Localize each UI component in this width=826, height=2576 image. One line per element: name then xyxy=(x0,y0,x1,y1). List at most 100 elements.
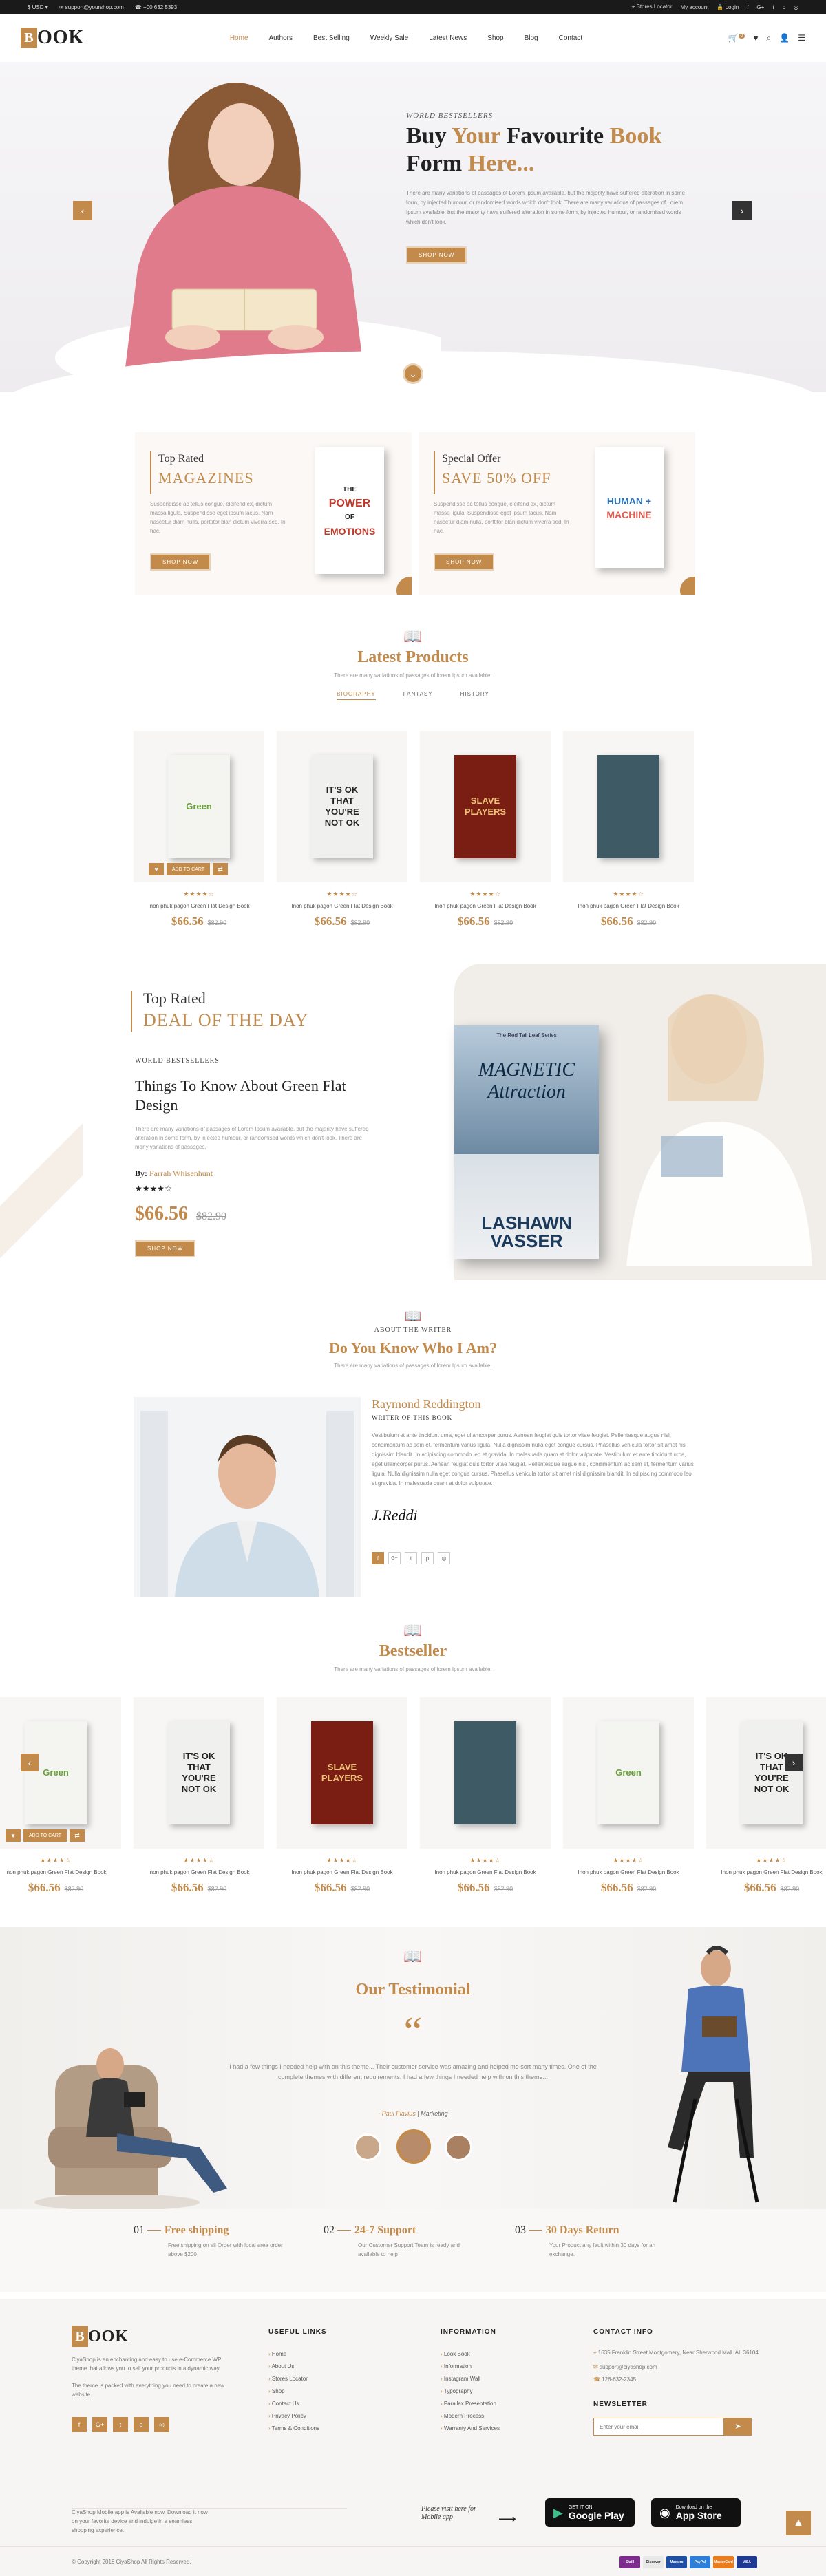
product-card[interactable]: Green ♥ ADD TO CART ⇄ ★★★★☆ Inon phuk pagon G… xyxy=(134,731,264,928)
footer-link[interactable]: › Privacy Policy xyxy=(268,2410,406,2423)
nav-shop[interactable]: Shop xyxy=(487,34,503,42)
twitter-icon[interactable]: t xyxy=(772,4,774,10)
google-plus-icon[interactable]: G+ xyxy=(388,1552,401,1564)
google-play-button[interactable]: ▶ GET IT ON Google Play xyxy=(545,2498,635,2527)
tab-biography[interactable]: BIOGRAPHY xyxy=(337,691,376,700)
facebook-icon[interactable]: f xyxy=(72,2417,87,2432)
product-image[interactable]: Green xyxy=(563,1697,694,1849)
product-title[interactable]: Inon phuk pagon Green Flat Design Book xyxy=(0,1869,121,1877)
footer-link[interactable]: › Terms & Conditions xyxy=(268,2423,406,2435)
compare-icon[interactable]: ⇄ xyxy=(213,863,229,875)
product-image[interactable]: Green ♥ ADD TO CART ⇄ xyxy=(134,731,264,882)
product-card[interactable]: IT'S OK THAT YOU'RE NOT OK ★★★★☆ Inon phuk… xyxy=(277,731,407,928)
nav-blog[interactable]: Blog xyxy=(525,34,538,42)
promo-shop-button[interactable]: SHOP NOW xyxy=(434,553,495,571)
deal-shop-button[interactable]: SHOP NOW xyxy=(135,1240,196,1257)
nav-contact[interactable]: Contact xyxy=(559,34,582,42)
tab-fantasy[interactable]: FANTASY xyxy=(403,691,433,700)
product-image[interactable]: IT'S OK THAT YOU'RE NOT OK xyxy=(134,1697,264,1849)
currency-select[interactable]: $ USD ▾ xyxy=(28,4,48,10)
product-title[interactable]: Inon phuk pagon Green Flat Design Book xyxy=(563,902,694,911)
product-title[interactable]: Inon phuk pagon Green Flat Design Book xyxy=(134,902,264,911)
wishlist-icon[interactable]: ♥ xyxy=(6,1829,21,1842)
pinterest-icon[interactable]: p xyxy=(421,1552,434,1564)
scroll-down-icon[interactable]: ⌄ xyxy=(403,363,423,384)
hero-prev-arrow[interactable]: ‹ xyxy=(73,201,92,220)
promo-shop-button[interactable]: SHOP NOW xyxy=(150,553,211,571)
product-title[interactable]: Inon phuk pagon Green Flat Design Book xyxy=(134,1869,264,1877)
product-title[interactable]: Inon phuk pagon Green Flat Design Book xyxy=(277,1869,407,1877)
login-link[interactable]: 🔒 Login xyxy=(717,4,739,10)
logo[interactable]: B OOK xyxy=(21,27,84,49)
product-image[interactable]: Green ♥ ADD TO CART ⇄ xyxy=(0,1697,121,1849)
menu-icon[interactable]: ☰ xyxy=(798,33,805,43)
cart-icon[interactable]: 🛒 0 xyxy=(728,33,745,43)
testimonial-avatar[interactable] xyxy=(354,2133,381,2161)
pinterest-icon[interactable]: p xyxy=(134,2417,149,2432)
my-account-link[interactable]: My account xyxy=(681,4,709,10)
instagram-icon[interactable]: ◎ xyxy=(154,2417,169,2432)
product-image[interactable]: IT'S OK THAT YOU'RE NOT OK xyxy=(706,1697,826,1849)
newsletter-submit-button[interactable]: ➤ xyxy=(724,2418,752,2436)
nav-best-selling[interactable]: Best Selling xyxy=(313,34,350,42)
footer-link[interactable]: › Home xyxy=(268,2348,406,2361)
product-card[interactable]: IT'S OK THAT YOU'RE NOT OK ★★★★☆ Inon phuk… xyxy=(706,1697,826,1895)
product-image[interactable]: SLAVE PLAYERS xyxy=(277,1697,407,1849)
google-plus-icon[interactable]: G+ xyxy=(92,2417,107,2432)
product-image[interactable]: IT'S OK THAT YOU'RE NOT OK xyxy=(277,731,407,882)
footer-link[interactable]: › Parallax Presentation xyxy=(441,2398,578,2410)
bestseller-prev-arrow[interactable]: ‹ xyxy=(21,1754,39,1771)
product-title[interactable]: Inon phuk pagon Green Flat Design Book xyxy=(563,1869,694,1877)
pinterest-icon[interactable]: p xyxy=(783,4,785,10)
footer-link[interactable]: › Shop xyxy=(268,2385,406,2398)
user-icon[interactable]: 👤 xyxy=(779,33,790,43)
footer-logo[interactable]: B OOK xyxy=(72,2326,237,2347)
product-card[interactable]: SLAVE PLAYERS ★★★★☆ Inon phuk pagon Green … xyxy=(277,1697,407,1895)
product-card[interactable]: Green ★★★★☆ Inon phuk pagon Green Flat Des… xyxy=(563,1697,694,1895)
contact-email[interactable]: ✉ support@ciyashop.com xyxy=(593,2361,759,2374)
facebook-icon[interactable]: f xyxy=(372,1552,384,1564)
product-card[interactable]: IT'S OK THAT YOU'RE NOT OK ★★★★☆ Inon phuk… xyxy=(134,1697,264,1895)
nav-authors[interactable]: Authors xyxy=(269,34,293,42)
footer-link[interactable]: › Instagram Wall xyxy=(441,2373,578,2385)
tab-history[interactable]: HISTORY xyxy=(460,691,489,700)
product-image[interactable] xyxy=(563,731,694,882)
back-to-top-button[interactable]: ▲ xyxy=(786,2511,811,2535)
product-title[interactable]: Inon phuk pagon Green Flat Design Book xyxy=(420,902,551,911)
nav-weekly-sale[interactable]: Weekly Sale xyxy=(370,34,408,42)
product-image[interactable]: SLAVE PLAYERS xyxy=(420,731,551,882)
footer-link[interactable]: › Warranty And Services xyxy=(441,2423,578,2435)
footer-link[interactable]: › Contact Us xyxy=(268,2398,406,2410)
testimonial-avatar-active[interactable] xyxy=(396,2129,431,2164)
footer-link[interactable]: › Modern Process xyxy=(441,2410,578,2423)
facebook-icon[interactable]: f xyxy=(747,4,748,10)
instagram-icon[interactable]: ◎ xyxy=(438,1552,450,1564)
google-plus-icon[interactable]: G+ xyxy=(756,4,764,10)
compare-icon[interactable]: ⇄ xyxy=(70,1829,85,1842)
testimonial-avatar[interactable] xyxy=(445,2133,472,2161)
stores-locator-link[interactable]: ⌖ Stores Locator xyxy=(632,3,673,10)
product-title[interactable]: Inon phuk pagon Green Flat Design Book xyxy=(420,1869,551,1877)
newsletter-email-input[interactable] xyxy=(593,2418,724,2436)
footer-link[interactable]: › About Us xyxy=(268,2361,406,2373)
product-image[interactable] xyxy=(420,1697,551,1849)
product-card[interactable]: ★★★★☆ Inon phuk pagon Green Flat Design B… xyxy=(420,1697,551,1895)
twitter-icon[interactable]: t xyxy=(405,1552,417,1564)
bestseller-next-arrow[interactable]: › xyxy=(785,1754,803,1771)
product-card[interactable]: Green ♥ ADD TO CART ⇄ ★★★★☆ Inon phuk pagon G… xyxy=(0,1697,121,1895)
product-card[interactable]: ★★★★☆ Inon phuk pagon Green Flat Design B… xyxy=(563,731,694,928)
hero-next-arrow[interactable]: › xyxy=(732,201,752,220)
add-to-cart-button[interactable]: ADD TO CART xyxy=(23,1829,67,1842)
nav-home[interactable]: Home xyxy=(230,34,248,42)
twitter-icon[interactable]: t xyxy=(113,2417,128,2432)
search-icon[interactable]: ⌕ xyxy=(767,33,772,43)
product-title[interactable]: Inon phuk pagon Green Flat Design Book xyxy=(706,1869,826,1877)
instagram-icon[interactable]: ◎ xyxy=(794,4,798,10)
wishlist-icon[interactable]: ♥ xyxy=(149,863,164,875)
app-store-button[interactable]: ◉ Download on the App Store xyxy=(651,2498,741,2527)
footer-link[interactable]: › Stores Locator xyxy=(268,2373,406,2385)
product-title[interactable]: Inon phuk pagon Green Flat Design Book xyxy=(277,902,407,911)
footer-link[interactable]: › Look Book xyxy=(441,2348,578,2361)
topbar-email[interactable]: ✉ support@yourshop.com xyxy=(59,4,124,10)
footer-link[interactable]: › Information xyxy=(441,2361,578,2373)
